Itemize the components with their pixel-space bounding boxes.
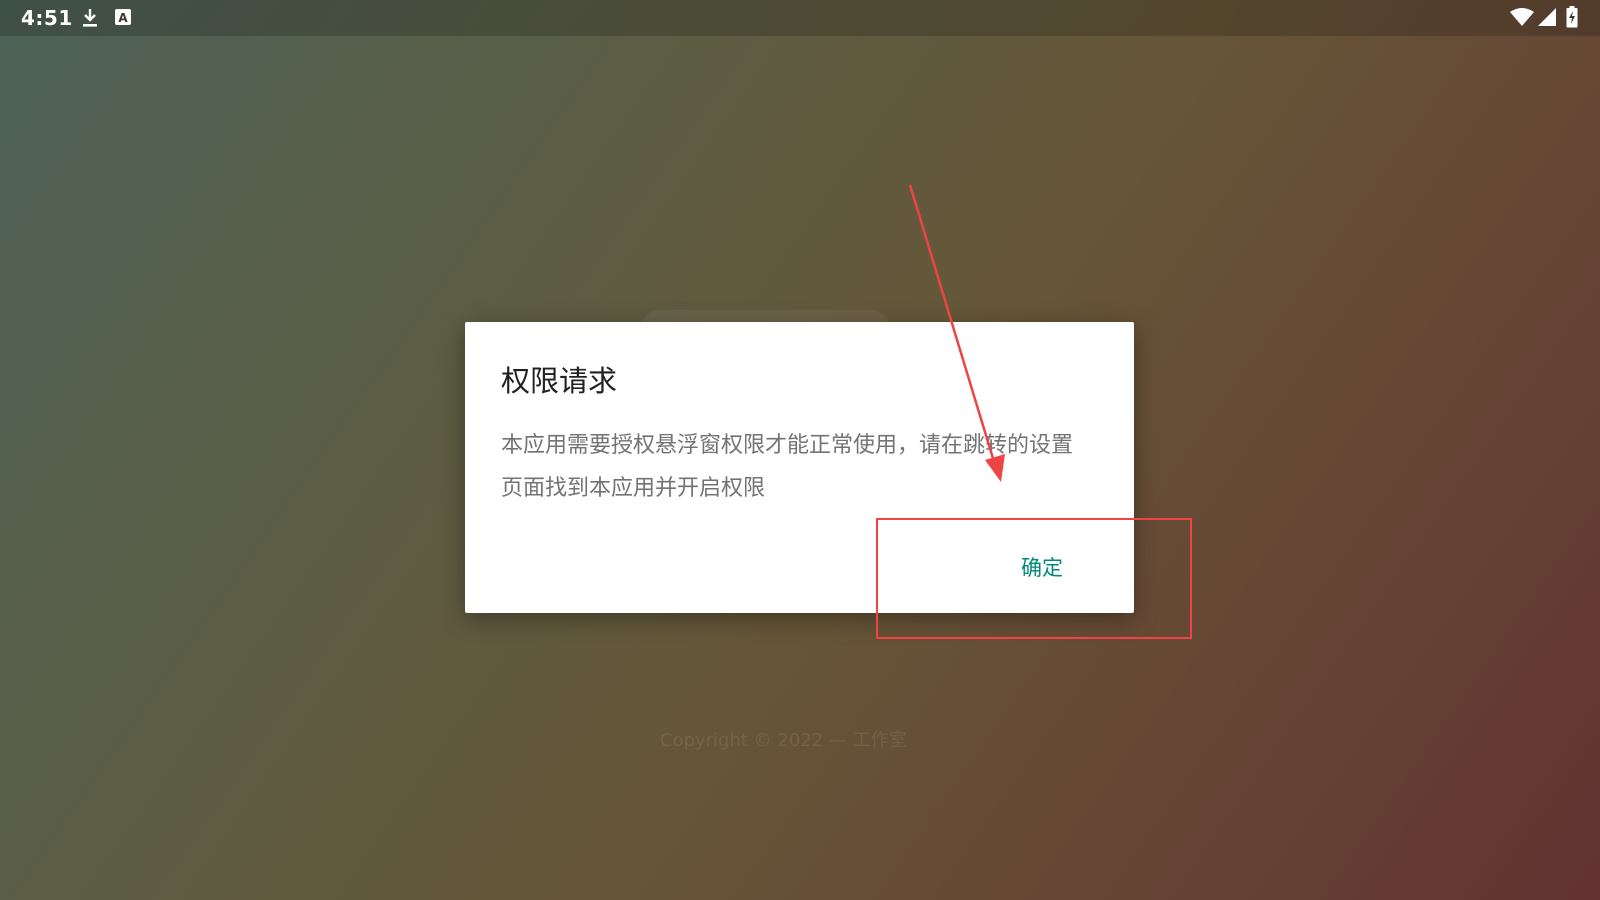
screen: 4:51 A Copyright © 2022 — 工作室 权限请求 本应用需要… bbox=[0, 0, 1600, 900]
annotation-arrow bbox=[908, 184, 1005, 482]
